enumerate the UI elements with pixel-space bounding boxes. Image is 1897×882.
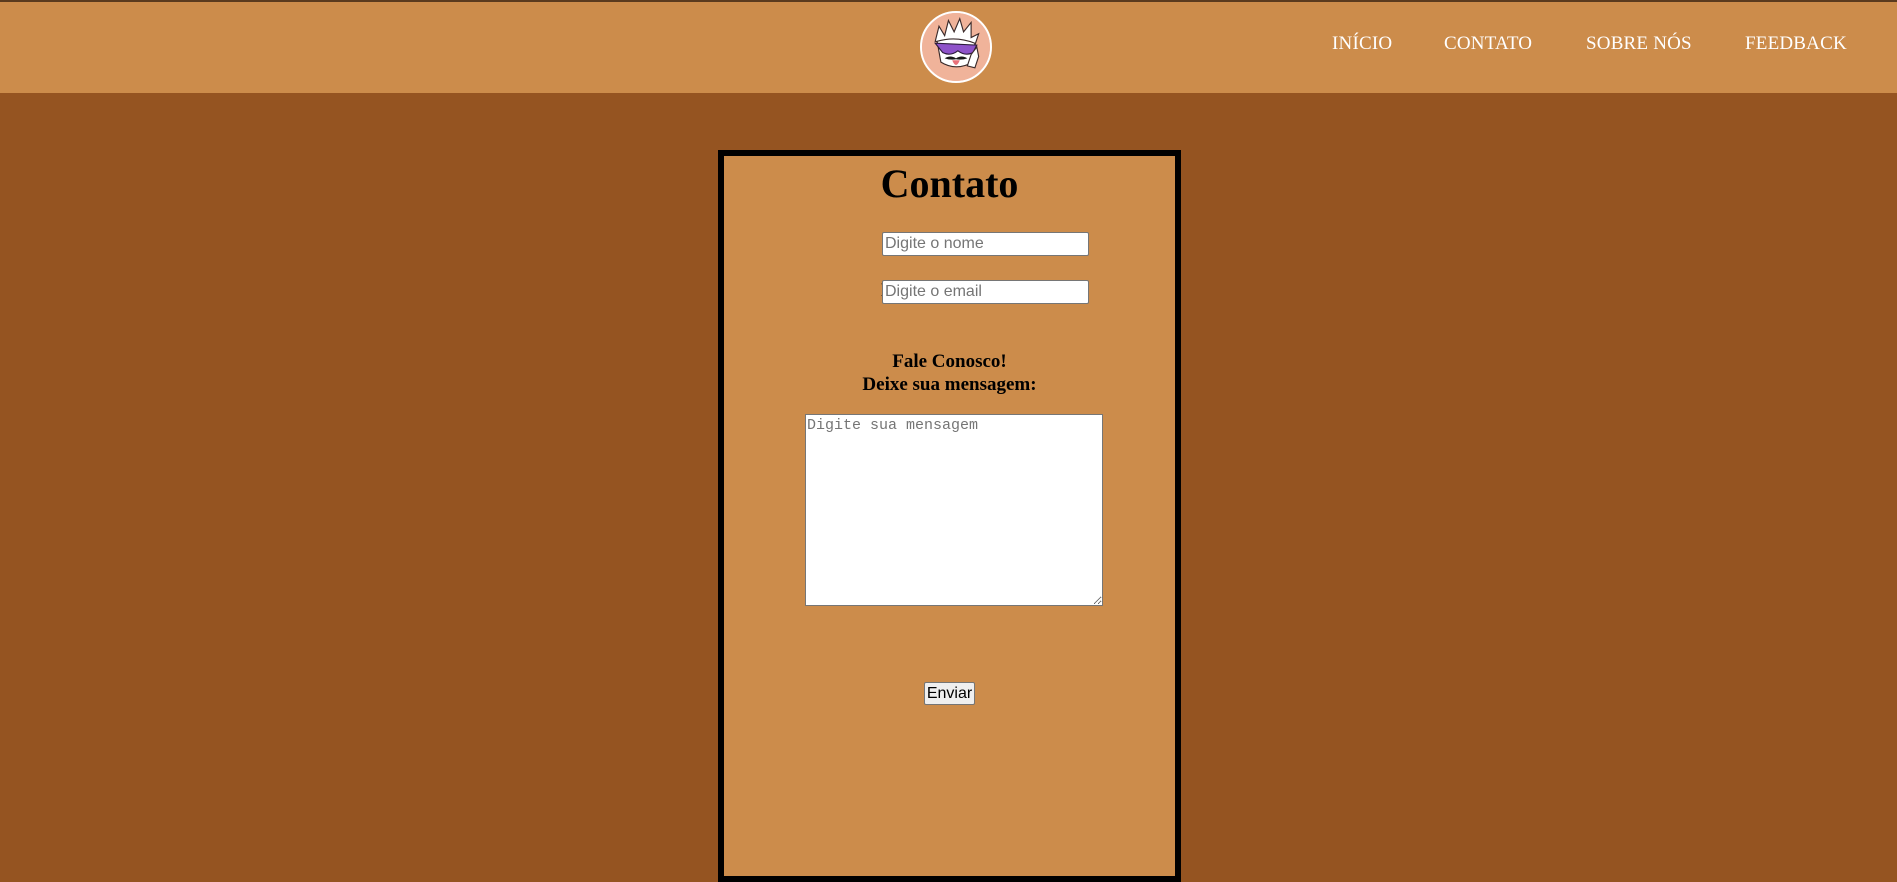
nav-link-sobre-nos[interactable]: SOBRE NÓS [1586, 32, 1692, 56]
nav-link-contato[interactable]: CONTATO [1444, 32, 1532, 56]
message-prompt: Fale Conosco! Deixe sua mensagem: [724, 350, 1175, 396]
email-input[interactable] [882, 280, 1089, 304]
top-navbar: INÍCIO CONTATO SOBRE NÓS FEEDBACK [0, 0, 1897, 93]
message-prompt-line2: Deixe sua mensagem: [862, 374, 1037, 395]
nav-link-feedback[interactable]: FEEDBACK [1745, 32, 1847, 56]
message-prompt-line1: Fale Conosco! [892, 351, 1007, 372]
nav-link-inicio[interactable]: INÍCIO [1332, 32, 1392, 56]
name-input[interactable] [882, 232, 1089, 256]
message-textarea[interactable] [805, 414, 1103, 606]
submit-button[interactable]: Enviar [924, 682, 975, 705]
main-nav: INÍCIO CONTATO SOBRE NÓS FEEDBACK [0, 32, 1897, 62]
page-title: Contato [880, 161, 1019, 206]
contact-form-card: Contato Nome: Email: Fale Conosco! Deixe… [718, 150, 1181, 882]
